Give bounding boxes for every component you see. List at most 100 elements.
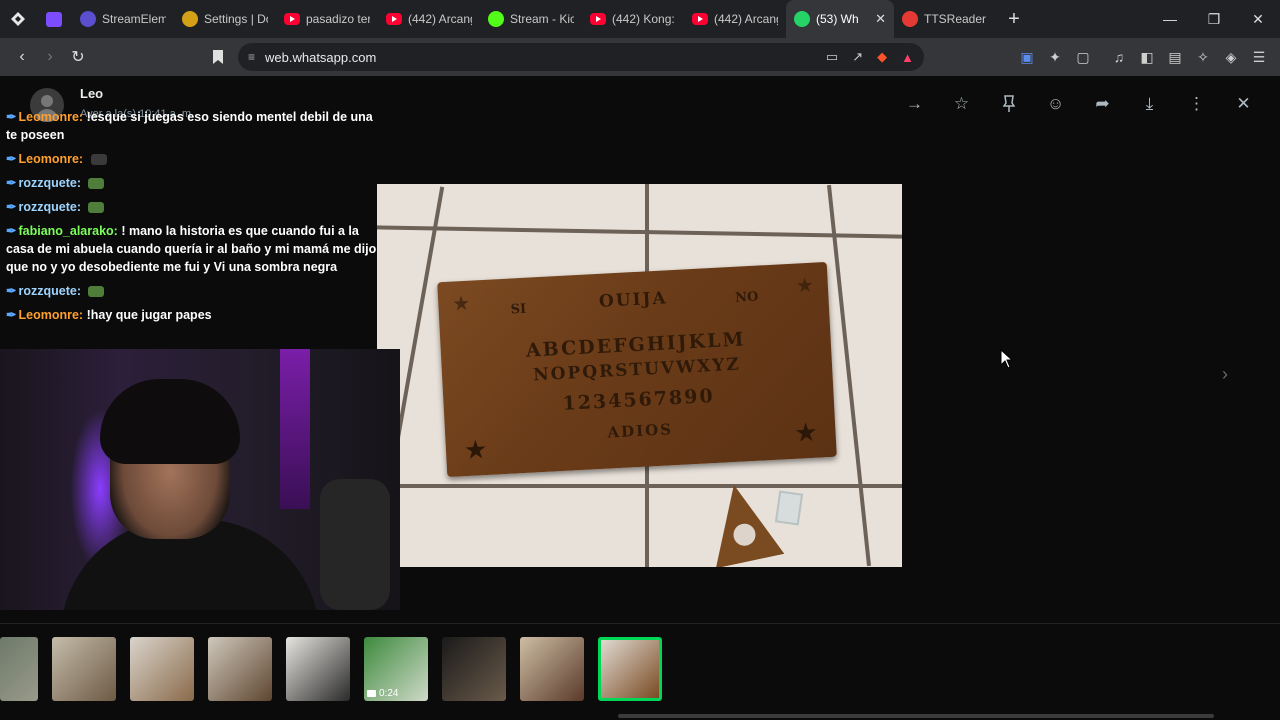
restore-icon[interactable]: ❐ (1192, 11, 1236, 28)
chat-message: ✒ rozzquete: (6, 198, 382, 216)
download-icon[interactable]: ⤓ (1137, 92, 1162, 116)
microphone (320, 479, 390, 610)
go-to-message-icon[interactable]: → (902, 92, 927, 116)
chat-message: ✒ rozzquete: (6, 282, 382, 300)
media-thumbnail[interactable] (0, 637, 38, 701)
wallet-icon[interactable]: ▤ (1166, 45, 1184, 69)
youtube-favicon-icon (590, 13, 606, 25)
chat-emote-icon (90, 154, 107, 166)
back-icon[interactable]: ‹ (8, 43, 36, 71)
browser-toolbar: ‹ › ↻ ≡ web.whatsapp.com ▭ ↗ ◆ ▲ ▣ ✦ ▢ ♫… (0, 38, 1280, 76)
tab-8[interactable]: TTSReader | L (894, 0, 996, 38)
small-card (774, 490, 804, 526)
tab-1[interactable]: Settings | Do (174, 0, 276, 38)
chat-username: Leomonre: (18, 308, 84, 322)
webcam-overlay (0, 349, 400, 610)
chat-message: ✒ fabiano_alarako: ! mano la historia es … (6, 222, 382, 276)
media-thumbnail[interactable] (130, 637, 194, 701)
bookmark-icon[interactable] (204, 43, 232, 71)
sidebar-icon[interactable]: ◧ (1138, 45, 1156, 69)
media-thumbnail[interactable] (442, 637, 506, 701)
chat-badge-icon: ✒ (6, 200, 17, 214)
menu-icon[interactable]: ☰ (1250, 45, 1268, 69)
brave-rewards-icon[interactable]: ▲ (901, 50, 914, 65)
new-tab-button[interactable]: + (996, 8, 1032, 31)
chat-message: ✒ Leomonre: (6, 150, 382, 168)
pin-icon[interactable] (996, 92, 1021, 116)
react-emoji-icon[interactable]: ☺ (1043, 92, 1068, 116)
chat-badge-icon: ✒ (6, 308, 17, 322)
tab-0[interactable]: StreamElements (72, 0, 174, 38)
chat-username: Leomonre: (18, 152, 84, 166)
tab-label: TTSReader | L (924, 12, 988, 26)
more-options-icon[interactable]: ⋮ (1184, 92, 1209, 116)
chat-emote-icon (88, 178, 105, 190)
media-thumbnail-strip: 0:24 (0, 637, 662, 705)
minimize-icon[interactable]: — (1148, 11, 1192, 28)
tab-label: (53) Wh (816, 12, 859, 26)
chat-message: ✒ Leomonre: !hay que jugar papes (6, 306, 382, 324)
close-tab-icon[interactable]: ✕ (875, 11, 886, 27)
screenshot-extension-icon[interactable]: ▢ (1074, 45, 1092, 69)
share-icon[interactable]: ↗ (852, 49, 863, 65)
sender-name: Leo (80, 86, 104, 101)
video-duration: 0:24 (367, 688, 398, 699)
tab-twitch[interactable] (36, 0, 72, 38)
forward-icon[interactable]: ➦ (1090, 92, 1115, 116)
close-viewer-icon[interactable]: ✕ (1231, 92, 1256, 116)
main-photo: ★ ★ SI NO OUIJA ABCDEFGHIJKLM NOPQRSTUVW… (377, 184, 902, 567)
brave-menu-icon[interactable] (0, 0, 36, 38)
chat-message: ✒ rozzquete: (6, 174, 382, 192)
board-title: OUIJA (598, 288, 669, 312)
chat-badge-icon: ✒ (6, 152, 17, 166)
cast-icon[interactable]: ▭ (826, 49, 838, 65)
extensions-icon[interactable]: ✦ (1046, 45, 1064, 69)
site-info-icon[interactable]: ≡ (248, 50, 255, 64)
tab-label: (442) Arcang (714, 12, 778, 26)
tab-2[interactable]: pasadizo ter (276, 0, 378, 38)
youtube-favicon-icon (284, 13, 300, 25)
brave-shields-icon[interactable]: ◆ (877, 49, 887, 65)
tab-label: (442) Kong: L (612, 12, 676, 26)
media-thumbnail[interactable] (598, 637, 662, 701)
streamelements-icon (80, 11, 96, 27)
vpn-icon[interactable]: ◈ (1222, 45, 1240, 69)
translate-extension-icon[interactable]: ▣ (1018, 45, 1036, 69)
media-thumbnail[interactable] (52, 637, 116, 701)
ouija-board: ★ ★ SI NO OUIJA ABCDEFGHIJKLM NOPQRSTUVW… (437, 261, 837, 478)
chat-badge-icon: ✒ (6, 284, 17, 298)
chat-emote-icon (88, 286, 105, 298)
address-bar[interactable]: ≡ web.whatsapp.com ▭ ↗ ◆ ▲ (238, 43, 924, 71)
chat-username: rozzquete: (18, 176, 81, 190)
tab-4[interactable]: Stream - Kick (480, 0, 582, 38)
media-icon[interactable]: ♫ (1110, 45, 1128, 69)
chat-badge-icon: ✒ (6, 224, 17, 238)
tab-6[interactable]: (442) Arcang (684, 0, 786, 38)
tab-label: (442) Arcang (408, 12, 472, 26)
twitch-favicon-icon (46, 11, 62, 27)
star-icon: ★ (793, 416, 819, 448)
close-window-icon[interactable]: ✕ (1236, 11, 1280, 28)
tab-label: pasadizo ter (306, 12, 370, 26)
chat-badge-icon: ✒ (6, 176, 17, 190)
media-thumbnail[interactable] (520, 637, 584, 701)
next-media-icon[interactable]: › (1222, 364, 1228, 385)
browser-tab-strip: StreamElements Settings | Do pasadizo ter (… (0, 0, 1280, 38)
tab-3[interactable]: (442) Arcang (378, 0, 480, 38)
tab-label: Settings | Do (204, 12, 268, 26)
chat-badge-icon: ✒ (6, 110, 17, 124)
tab-7[interactable]: (53) Wh ✕ (786, 0, 894, 38)
tab-5[interactable]: (442) Kong: L (582, 0, 684, 38)
leo-ai-icon[interactable]: ✧ (1194, 45, 1212, 69)
media-thumbnail[interactable] (208, 637, 272, 701)
planchette (700, 478, 785, 567)
reload-icon[interactable]: ↻ (64, 43, 92, 71)
forward-icon[interactable]: › (36, 43, 64, 71)
whatsapp-favicon-icon (794, 11, 810, 27)
thumbnail-scrollbar[interactable] (618, 714, 1214, 718)
settings-favicon-icon (182, 11, 198, 27)
star-icon[interactable]: ☆ (949, 92, 974, 116)
url-text: web.whatsapp.com (265, 49, 377, 65)
media-thumbnail[interactable]: 0:24 (364, 637, 428, 701)
media-thumbnail[interactable] (286, 637, 350, 701)
